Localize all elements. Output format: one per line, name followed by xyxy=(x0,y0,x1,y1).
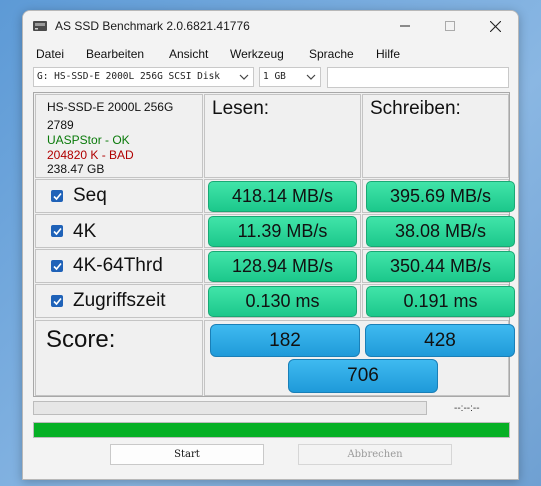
read-header: Lesen: xyxy=(212,98,270,119)
4k-64thrd-label: 4K-64Thrd xyxy=(73,255,163,276)
menu-werkzeug[interactable]: Werkzeug xyxy=(230,47,284,61)
maximize-button[interactable] xyxy=(428,13,472,39)
alignment-status: 204820 K - BAD xyxy=(47,148,134,162)
menu-bar: Datei Bearbeiten Ansicht Werkzeug Sprach… xyxy=(23,43,518,65)
checkmark-icon xyxy=(52,297,62,305)
4k-64thrd-read-result: 128.94 MB/s xyxy=(208,251,357,282)
drive-select-value: G: HS-SSD-E 2000L 256G SCSI Disk xyxy=(37,71,221,82)
seq-read-cell: 418.14 MB/s xyxy=(204,179,361,213)
total-score: 706 xyxy=(288,359,438,393)
access-time-label: Zugriffszeit xyxy=(73,290,166,311)
app-disk-icon xyxy=(33,21,47,31)
minimize-icon xyxy=(400,25,410,27)
read-score: 182 xyxy=(210,324,360,357)
access-time-write-result: 0.191 ms xyxy=(366,286,515,317)
4k-label: 4K xyxy=(73,221,97,242)
size-select-value: 1 GB xyxy=(263,71,286,82)
access-time-read-result: 0.130 ms xyxy=(208,286,357,317)
4k-64thrd-checkbox[interactable] xyxy=(51,260,63,272)
close-icon xyxy=(489,20,501,32)
test-progress-bar xyxy=(33,401,427,415)
size-select[interactable]: 1 GB xyxy=(259,67,321,87)
4k-checkbox[interactable] xyxy=(51,225,63,237)
access-time-checkbox[interactable] xyxy=(51,295,63,307)
app-window: AS SSD Benchmark 2.0.6821.41776 Datei Be… xyxy=(22,10,519,480)
drive-firmware: 2789 xyxy=(47,118,74,132)
title-bar[interactable]: AS SSD Benchmark 2.0.6821.41776 xyxy=(23,11,518,43)
drive-model: HS-SSD-E 2000L 256G xyxy=(47,100,174,114)
driver-status: UASPStor - OK xyxy=(47,133,130,147)
4k-read-result: 11.39 MB/s xyxy=(208,216,357,247)
results-panel: HS-SSD-E 2000L 256G 2789 UASPStor - OK 2… xyxy=(33,92,515,397)
write-header: Schreiben: xyxy=(370,98,461,119)
maximize-icon xyxy=(445,21,455,31)
score-label: Score: xyxy=(46,326,116,353)
chevron-down-icon xyxy=(306,74,316,80)
seq-read-result: 418.14 MB/s xyxy=(208,181,357,212)
drive-capacity: 238.47 GB xyxy=(47,162,105,176)
test-row-access-time: Zugriffszeit xyxy=(35,284,203,318)
write-header-cell: Schreiben: xyxy=(362,94,509,178)
seq-write-result: 395.69 MB/s xyxy=(366,181,515,212)
4k-write-result: 38.08 MB/s xyxy=(366,216,515,247)
seq-label: Seq xyxy=(73,185,107,206)
menu-bearbeiten[interactable]: Bearbeiten xyxy=(86,47,144,61)
checkmark-icon xyxy=(52,262,62,270)
menu-hilfe[interactable]: Hilfe xyxy=(376,47,400,61)
access-time-write-cell: 0.191 ms xyxy=(362,284,515,318)
test-row-4k: 4K xyxy=(35,214,203,248)
seq-checkbox[interactable] xyxy=(51,190,63,202)
score-label-cell: Score: xyxy=(35,320,203,396)
abort-button[interactable]: Abbrechen xyxy=(298,444,452,465)
minimize-button[interactable] xyxy=(383,13,427,39)
seq-write-cell: 395.69 MB/s xyxy=(362,179,515,213)
write-score: 428 xyxy=(365,324,515,357)
checkmark-icon xyxy=(52,192,62,200)
4k-write-cell: 38.08 MB/s xyxy=(362,214,515,248)
overall-progress-fill xyxy=(34,423,509,437)
menu-sprache[interactable]: Sprache xyxy=(309,47,354,61)
menu-datei[interactable]: Datei xyxy=(36,47,64,61)
4k-64thrd-write-result: 350.44 MB/s xyxy=(366,251,515,282)
close-button[interactable] xyxy=(473,13,517,39)
drive-select[interactable]: G: HS-SSD-E 2000L 256G SCSI Disk xyxy=(33,67,254,87)
overall-progress-bar xyxy=(33,422,510,438)
score-values-cell: 182 428 706 xyxy=(204,320,515,396)
4k-64thrd-write-cell: 350.44 MB/s xyxy=(362,249,515,283)
access-time-read-cell: 0.130 ms xyxy=(204,284,361,318)
start-button[interactable]: Start xyxy=(110,444,264,465)
test-row-4k-64thrd: 4K-64Thrd xyxy=(35,249,203,283)
checkmark-icon xyxy=(52,227,62,235)
elapsed-time: --:--:-- xyxy=(454,403,480,414)
extra-field[interactable] xyxy=(327,67,509,88)
menu-ansicht[interactable]: Ansicht xyxy=(169,47,208,61)
chevron-down-icon xyxy=(239,74,249,80)
4k-64thrd-read-cell: 128.94 MB/s xyxy=(204,249,361,283)
test-row-seq: Seq xyxy=(35,179,203,213)
read-header-cell: Lesen: xyxy=(204,94,361,178)
window-title: AS SSD Benchmark 2.0.6821.41776 xyxy=(55,19,250,33)
drive-info-cell: HS-SSD-E 2000L 256G 2789 UASPStor - OK 2… xyxy=(35,94,203,178)
4k-read-cell: 11.39 MB/s xyxy=(204,214,361,248)
